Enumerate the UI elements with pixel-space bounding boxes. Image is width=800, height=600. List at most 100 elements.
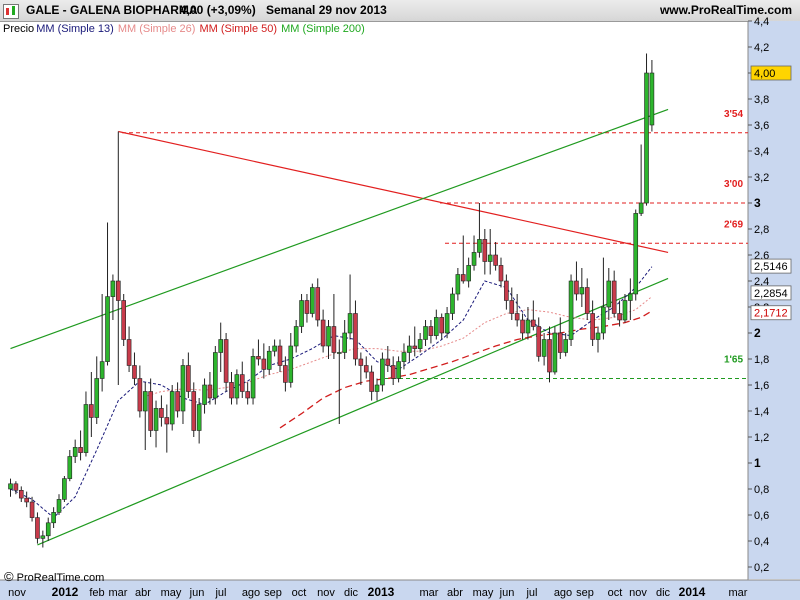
candle — [191, 382, 197, 437]
candle — [293, 320, 299, 353]
candle-body — [239, 374, 245, 392]
candle — [78, 430, 83, 461]
candle — [218, 322, 224, 372]
candle — [121, 294, 126, 346]
candle — [159, 395, 164, 427]
candle — [498, 257, 504, 288]
candle-body — [482, 239, 488, 262]
candle-body — [218, 339, 224, 353]
candle-body — [611, 280, 617, 314]
candle — [239, 361, 245, 398]
candle — [202, 378, 207, 414]
candle — [606, 268, 612, 320]
candle-body — [83, 404, 89, 453]
candle-body — [471, 252, 477, 266]
candle-body — [412, 345, 418, 349]
candle-body — [460, 274, 466, 282]
candle — [272, 339, 277, 357]
candle — [245, 382, 250, 405]
candle — [423, 320, 428, 346]
candle — [137, 365, 143, 418]
chart-window: GALE - GALENA BIOPHARMA 4,00 (+3,09%) Se… — [0, 0, 800, 600]
candle — [617, 300, 622, 327]
candle — [180, 359, 186, 424]
candle — [584, 278, 590, 320]
candle — [369, 365, 374, 401]
candle-body — [358, 358, 364, 366]
x-tick-label: dic — [344, 587, 359, 599]
candle — [126, 326, 132, 372]
candle — [132, 352, 137, 385]
candle-body — [504, 280, 509, 301]
candle — [250, 348, 256, 405]
candle — [207, 372, 213, 405]
candle-body — [401, 352, 407, 362]
candle-body — [541, 339, 547, 357]
candle-body — [67, 456, 73, 479]
candle-body — [396, 361, 401, 379]
candle-body — [493, 254, 498, 266]
y-tick-label: 4,2 — [754, 42, 769, 54]
x-tick-label: jul — [525, 587, 537, 599]
candle — [536, 317, 542, 362]
candle — [396, 356, 401, 383]
candle-body — [423, 326, 428, 340]
candle — [72, 439, 78, 463]
candle — [320, 309, 326, 353]
x-tick-label: may — [473, 587, 494, 599]
candle — [277, 339, 283, 372]
candle — [509, 287, 515, 320]
candle-body — [434, 317, 439, 336]
x-tick-label: jul — [214, 587, 226, 599]
candle-body — [186, 365, 191, 392]
x-tick-label: 2013 — [368, 585, 395, 599]
candle-body — [347, 313, 353, 334]
x-tick-label: nov — [629, 587, 647, 599]
candle — [164, 404, 170, 453]
candle-body — [477, 239, 482, 253]
level-label: 2'69 — [724, 219, 744, 230]
candle — [363, 356, 369, 379]
candle — [288, 333, 294, 388]
candle-body — [299, 300, 304, 327]
candle-body — [326, 326, 331, 347]
candle — [83, 391, 89, 457]
candle — [644, 53, 649, 206]
candle — [186, 352, 191, 398]
candle — [504, 274, 509, 310]
candle — [466, 257, 471, 288]
y-tick-label: 0,6 — [754, 510, 769, 522]
candle — [148, 378, 153, 437]
x-tick-label: mar — [729, 587, 748, 599]
candle-body — [444, 313, 450, 334]
candle — [315, 278, 321, 327]
candle-body — [450, 293, 455, 314]
x-tick-label: ago — [554, 587, 572, 599]
candle — [35, 512, 40, 544]
price-chart[interactable]: 3'543'002'691'65 4,44,243,83,63,43,232,8… — [0, 0, 800, 600]
candle — [51, 507, 56, 528]
y-tick-label: 4,4 — [754, 16, 769, 28]
candle-body — [498, 265, 504, 282]
candle-body — [159, 408, 164, 418]
candle-body — [175, 391, 180, 412]
candle-body — [137, 378, 143, 412]
y-tick-label: 2,8 — [754, 224, 769, 236]
credit-label: © ProRealTime.com — [4, 569, 104, 584]
candle-body — [649, 72, 655, 126]
candle — [460, 235, 466, 284]
candle-body — [315, 287, 321, 321]
candle-body — [584, 287, 590, 314]
candle-body — [89, 404, 94, 418]
candle-body — [229, 382, 234, 399]
x-tick-label: jun — [189, 587, 205, 599]
candle — [45, 517, 51, 541]
candle-body — [40, 535, 46, 539]
candle — [611, 270, 617, 318]
candle — [450, 287, 455, 320]
x-tick-label: sep — [264, 587, 282, 599]
y-tick-label: 3,8 — [754, 94, 769, 106]
candle — [266, 346, 272, 375]
candle-body — [256, 356, 261, 360]
candle — [434, 309, 439, 340]
